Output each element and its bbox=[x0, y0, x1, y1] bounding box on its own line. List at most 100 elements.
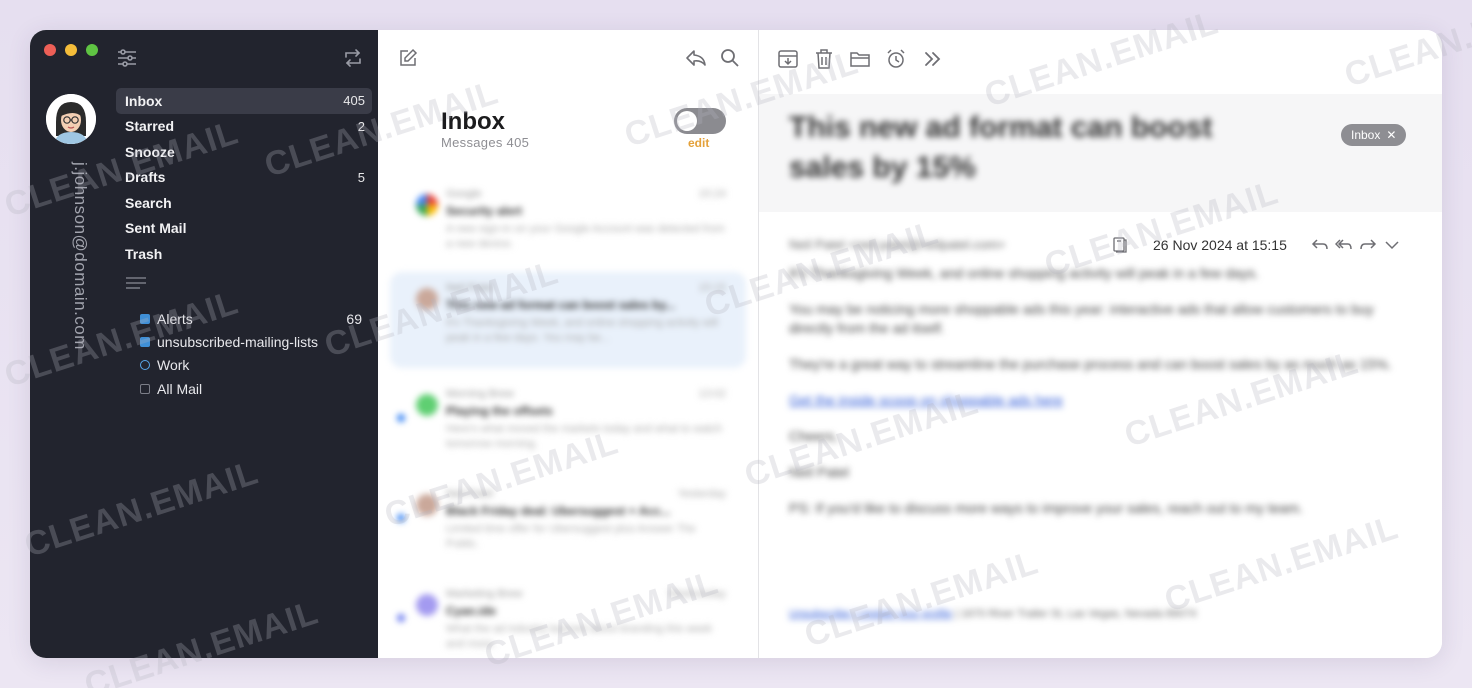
footer-address: | 1670 River Trailer St, Las Vegas, Neva… bbox=[955, 608, 1197, 620]
message-snippet: What the ad industry learned about brand… bbox=[446, 623, 712, 650]
unread-dot bbox=[397, 614, 405, 622]
nav-label: Starred bbox=[125, 118, 175, 135]
account-email: j.johnson@domain.com bbox=[71, 162, 90, 350]
message-time: 15:24 bbox=[698, 188, 726, 200]
message-time: Wednesday bbox=[668, 588, 726, 600]
list-title: Inbox bbox=[441, 108, 505, 135]
nav-item-search[interactable]: Search bbox=[116, 190, 372, 216]
sender-avatar-icon bbox=[416, 494, 438, 516]
sliders-icon[interactable] bbox=[116, 48, 138, 73]
message-count: Messages 405 bbox=[441, 135, 530, 150]
app-window: j.johnson@domain.com Inbox 405 Starred 2… bbox=[30, 30, 1442, 658]
message-item[interactable]: Morning Brew 13:02 Playing the offsets H… bbox=[390, 378, 746, 474]
close-window-button[interactable] bbox=[44, 44, 56, 56]
sender-logo-icon bbox=[416, 394, 438, 416]
message-subject: Black Friday deal: Ubersuggest + Acc... bbox=[446, 504, 671, 518]
message-footer: Unsubscribe | Update your profile | 1670… bbox=[789, 608, 1196, 620]
folder-unsubscribed-mailing-lists[interactable]: unsubscribed-mailing-lists bbox=[140, 330, 362, 353]
nav-label: Search bbox=[125, 194, 172, 211]
folder-work[interactable]: Work bbox=[140, 354, 362, 377]
compose-icon[interactable] bbox=[398, 48, 418, 73]
sync-icon[interactable] bbox=[342, 48, 364, 73]
folder-label: unsubscribed-mailing-lists bbox=[157, 333, 319, 350]
message-sender: Google bbox=[446, 188, 482, 200]
nav-item-inbox[interactable]: Inbox 405 bbox=[116, 88, 372, 114]
close-icon[interactable]: ✕ bbox=[1386, 128, 1396, 142]
trash-icon[interactable] bbox=[814, 48, 834, 75]
forward-icon[interactable] bbox=[1359, 236, 1377, 259]
message-subject-heading: This new ad format can boost sales by 15… bbox=[789, 111, 1213, 184]
message-item-selected[interactable]: Neil Patel 15:15 This new ad format can … bbox=[390, 272, 746, 368]
book-icon[interactable] bbox=[1111, 236, 1129, 259]
folder-label: Work bbox=[157, 357, 190, 374]
minimize-window-button[interactable] bbox=[65, 44, 77, 56]
body-paragraph: They're a great way to streamline the pu… bbox=[789, 356, 1392, 372]
message-sender: Marketing Brew bbox=[446, 588, 523, 600]
message-item[interactable]: Marketing Brew Wednesday Cyan.ide What t… bbox=[390, 578, 746, 658]
avatar[interactable] bbox=[46, 94, 96, 144]
reply-icon[interactable] bbox=[1311, 236, 1329, 259]
message-snippet: A new sign-in on your Google Account was… bbox=[446, 223, 725, 250]
message-sender: Morning Brew bbox=[446, 388, 514, 400]
message-snippet: It's Thanksgiving Week, and online shopp… bbox=[446, 317, 718, 344]
toggle-knob bbox=[677, 111, 697, 131]
edit-link[interactable]: edit bbox=[688, 136, 709, 150]
message-time: 15:15 bbox=[698, 282, 726, 294]
sender-avatar-icon bbox=[416, 288, 438, 310]
body-link[interactable]: Get the inside scoop on shoppable ads he… bbox=[789, 391, 1399, 410]
folder-count: 69 bbox=[346, 310, 362, 327]
archive-icon[interactable] bbox=[777, 48, 799, 75]
sidebar: j.johnson@domain.com Inbox 405 Starred 2… bbox=[30, 30, 378, 658]
reading-pane: This new ad format can boost sales by 15… bbox=[759, 30, 1442, 658]
message-subject: Playing the offsets bbox=[446, 404, 553, 418]
tag-label: Inbox bbox=[1351, 128, 1381, 142]
folder-alerts[interactable]: Alerts 69 bbox=[140, 307, 362, 330]
folder-label: All Mail bbox=[157, 380, 203, 397]
body-paragraph: It's Thanksgiving Week, and online shopp… bbox=[789, 265, 1259, 281]
body-paragraph: You may be noticing more shoppable ads t… bbox=[789, 301, 1374, 336]
folder-label: Alerts bbox=[157, 310, 193, 327]
inbox-tag[interactable]: Inbox ✕ bbox=[1341, 124, 1407, 146]
message-time: Yesterday bbox=[677, 488, 726, 500]
label-color-icon bbox=[140, 336, 150, 347]
reply-icon[interactable] bbox=[685, 48, 707, 73]
chevron-down-icon[interactable] bbox=[1383, 236, 1401, 259]
nav-item-trash[interactable]: Trash bbox=[116, 241, 372, 267]
edit-toggle[interactable] bbox=[674, 108, 726, 134]
nav-item-drafts[interactable]: Drafts 5 bbox=[116, 165, 372, 191]
message-body: It's Thanksgiving Week, and online shopp… bbox=[789, 264, 1399, 535]
nav-label: Drafts bbox=[125, 169, 166, 186]
menu-lines-icon[interactable] bbox=[126, 276, 146, 295]
unsubscribe-link[interactable]: Unsubscribe | Update your profile bbox=[789, 608, 952, 620]
message-time: 13:02 bbox=[698, 388, 726, 400]
message-sender-line: Neil Patel <neil.patel@neilpatel.com> bbox=[789, 237, 1006, 252]
label-color-icon bbox=[140, 313, 150, 324]
mailbox-nav: Inbox 405 Starred 2 Snooze Drafts 5 Sear… bbox=[116, 88, 372, 267]
nav-count: 5 bbox=[357, 169, 365, 185]
sender-logo-icon bbox=[416, 194, 438, 216]
nav-item-snooze[interactable]: Snooze bbox=[116, 139, 372, 165]
message-datetime: 26 Nov 2024 at 15:15 bbox=[1153, 237, 1287, 253]
window-controls bbox=[44, 44, 98, 56]
nav-item-sent-mail[interactable]: Sent Mail bbox=[116, 216, 372, 242]
message-subject: Security alert bbox=[446, 204, 523, 218]
folder-all-mail[interactable]: All Mail bbox=[140, 377, 362, 400]
calendar-icon bbox=[140, 383, 150, 394]
message-item[interactable]: Google 15:24 Security alert A new sign-i… bbox=[390, 178, 746, 274]
message-snippet: Limited time offer for Ubersuggest plus … bbox=[446, 523, 696, 550]
maximize-window-button[interactable] bbox=[86, 44, 98, 56]
more-chevrons-icon[interactable] bbox=[922, 48, 944, 75]
circle-icon bbox=[140, 360, 150, 371]
nav-count: 2 bbox=[357, 118, 365, 134]
nav-label: Trash bbox=[125, 245, 163, 262]
reply-all-icon[interactable] bbox=[1334, 236, 1353, 259]
unread-dot bbox=[397, 514, 405, 522]
message-item[interactable]: Neil Patel Yesterday Black Friday deal: … bbox=[390, 478, 746, 574]
nav-item-starred[interactable]: Starred 2 bbox=[116, 114, 372, 140]
alarm-clock-icon[interactable] bbox=[885, 48, 907, 75]
folder-icon[interactable] bbox=[849, 48, 871, 75]
message-list-pane: Inbox Messages 405 edit Google 15:24 Sec… bbox=[378, 30, 759, 658]
sender-logo-icon bbox=[416, 594, 438, 616]
search-icon[interactable] bbox=[720, 48, 740, 73]
message-snippet: Here's what moved the markets today and … bbox=[446, 423, 723, 450]
